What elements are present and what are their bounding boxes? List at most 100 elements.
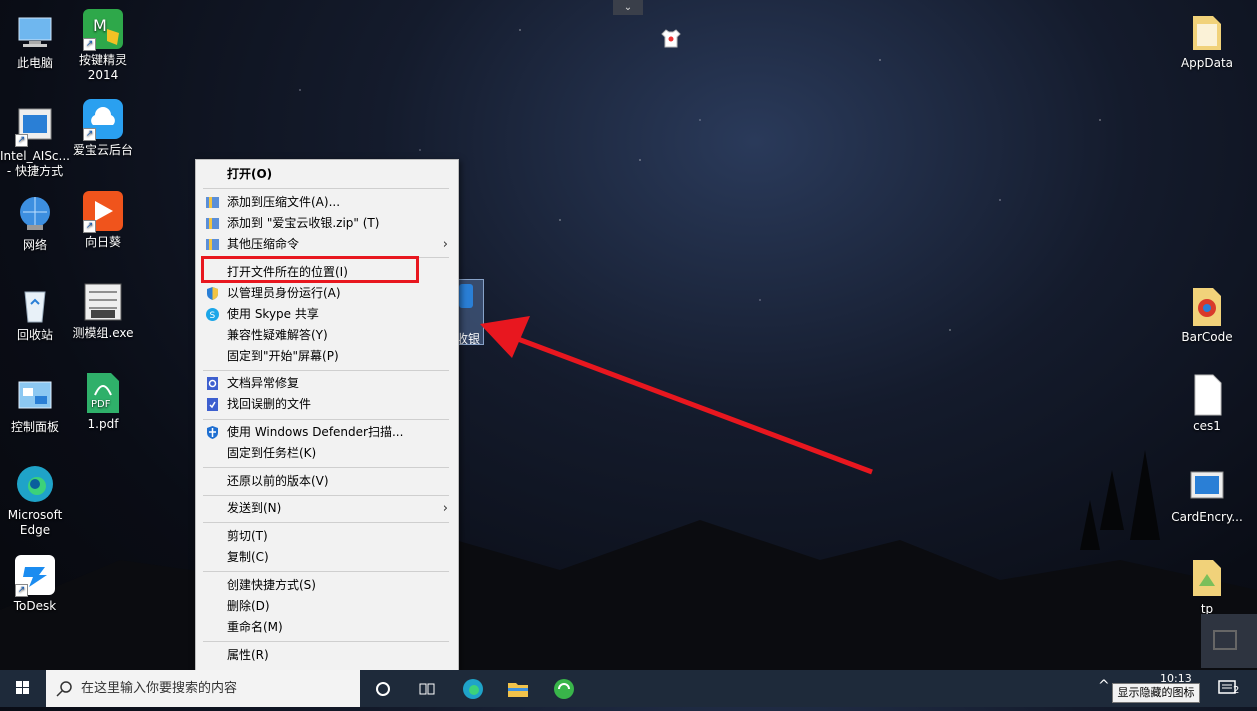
icon-label: ToDesk (13, 599, 57, 613)
task-view-button[interactable] (414, 676, 440, 702)
menu-separator (203, 495, 449, 496)
desktop-icon-aibao-cloud[interactable]: ↗ 爱宝云后台 (65, 97, 141, 158)
menu-item-defender-scan[interactable]: 使用 Windows Defender扫描... (196, 422, 458, 443)
refresh-app-icon (554, 679, 574, 699)
desktop-icon-tp[interactable]: tp (1169, 556, 1245, 617)
menu-item-open[interactable]: 打开(O) (196, 164, 458, 185)
chrome-file-icon (1185, 284, 1229, 328)
start-button[interactable] (0, 670, 46, 707)
menu-item-run-as-admin[interactable]: 以管理员身份运行(A) (196, 283, 458, 304)
windows-logo-icon (16, 681, 29, 694)
desktop-icon-todesk[interactable]: ↗ ToDesk (0, 553, 73, 614)
svg-text:M: M (93, 16, 107, 35)
winrar-icon (205, 237, 220, 252)
floating-widget[interactable] (1201, 614, 1257, 668)
taskbar-green-app-button[interactable] (551, 676, 577, 702)
cortana-button[interactable] (370, 676, 396, 702)
desktop-icon-barcode[interactable]: BarCode (1169, 284, 1245, 345)
menu-separator (203, 641, 449, 642)
menu-item-send-to[interactable]: 发送到(N) › (196, 498, 458, 519)
chevron-right-icon: › (442, 501, 448, 516)
taskbar-edge-button[interactable] (460, 676, 486, 702)
notification-center-button[interactable]: 2 (1215, 677, 1245, 701)
edge-icon (13, 462, 57, 506)
menu-item-add-archive[interactable]: 添加到压缩文件(A)... (196, 192, 458, 213)
annotation-red-arrow (480, 316, 873, 475)
chevron-right-icon: › (442, 237, 448, 252)
control-panel-icon (13, 374, 57, 418)
menu-item-open-file-location[interactable]: 打开文件所在的位置(I) (196, 262, 458, 283)
recycle-bin-icon (13, 282, 57, 326)
desktop-icon-network[interactable]: 网络 (0, 192, 73, 253)
sunflower-icon: ↗ (81, 189, 125, 233)
desktop-icon-appdata[interactable]: AppData (1169, 10, 1245, 71)
menu-item-pin-taskbar[interactable]: 固定到任务栏(K) (196, 443, 458, 464)
desktop-icon-this-pc[interactable]: 此电脑 (0, 10, 73, 71)
taskbar: 在这里输入你要搜索的内容 ^ 2 (0, 670, 1257, 707)
menu-item-compat-troubleshoot[interactable]: 兼容性疑难解答(Y) (196, 325, 458, 346)
menu-item-properties[interactable]: 属性(R) (196, 645, 458, 666)
menu-item-other-compress[interactable]: 其他压缩命令 › (196, 234, 458, 255)
taskbar-file-explorer-button[interactable] (505, 676, 531, 702)
desktop-icon-pdf[interactable]: PDF 1.pdf (65, 371, 141, 432)
icon-label: AppData (1180, 56, 1234, 70)
menu-item-restore-previous[interactable]: 还原以前的版本(V) (196, 471, 458, 492)
desktop-icon-control-panel[interactable]: 控制面板 (0, 374, 73, 435)
menu-item-recover-deleted[interactable]: 找回误删的文件 (196, 394, 458, 415)
uac-shield-icon (205, 286, 220, 301)
icon-label: 1.pdf (87, 417, 119, 431)
icon-label: 控制面板 (10, 420, 59, 434)
desktop-icon-intel[interactable]: ↗ Intel_AISc... - 快捷方式 (0, 103, 73, 179)
icon-label: 测模组.exe (72, 326, 134, 340)
cloud-icon: ↗ (81, 97, 125, 141)
search-placeholder: 在这里输入你要搜索的内容 (81, 681, 238, 696)
desktop-icon-edge[interactable]: Microsoft Edge (0, 462, 73, 538)
menu-separator (203, 522, 449, 523)
folder-icon (1185, 556, 1229, 600)
menu-item-rename[interactable]: 重命名(M) (196, 617, 458, 638)
desktop-icon-test-module-exe[interactable]: 测模组.exe (65, 280, 141, 341)
menu-item-doc-repair[interactable]: 文档异常修复 (196, 373, 458, 394)
winrar-icon (205, 195, 220, 210)
menu-item-copy[interactable]: 复制(C) (196, 547, 458, 568)
icon-label: 按键精灵 2014 (78, 53, 127, 82)
menu-separator (203, 370, 449, 371)
mountain-silhouette (0, 450, 1257, 670)
menu-separator (203, 467, 449, 468)
menu-item-delete[interactable]: 删除(D) (196, 596, 458, 617)
desktop-icon-sunflower[interactable]: ↗ 向日葵 (65, 189, 141, 250)
network-globe-icon (13, 192, 57, 236)
app-window-icon (1185, 464, 1229, 508)
menu-item-pin-start[interactable]: 固定到"开始"屏幕(P) (196, 346, 458, 367)
blank-file-icon (1185, 373, 1229, 417)
menu-item-add-zip[interactable]: 添加到 "爱宝云收银.zip" (T) (196, 213, 458, 234)
starry-sky (0, 0, 1257, 707)
menu-separator (203, 419, 449, 420)
app-window-icon: ↗ (13, 103, 57, 147)
folder-icon (508, 683, 528, 697)
taskbar-search-box[interactable]: 在这里输入你要搜索的内容 (46, 670, 360, 707)
tray-tooltip: 显示隐藏的图标 (1112, 683, 1200, 703)
icon-label: BarCode (1181, 330, 1233, 344)
svg-text:S: S (210, 311, 216, 321)
menu-separator (203, 257, 449, 258)
icon-label: Microsoft Edge (7, 508, 63, 537)
key-wizard-icon: M ↗ (81, 7, 125, 51)
desktop-icon-recycle-bin[interactable]: 回收站 (0, 282, 73, 343)
doc-repair-icon (205, 376, 220, 391)
show-hidden-icons-chevron[interactable]: ^ (1098, 678, 1110, 694)
cortana-circle-icon (376, 682, 390, 696)
icon-label: 向日葵 (84, 235, 121, 249)
icon-label: Intel_AISc... - 快捷方式 (0, 149, 70, 178)
desktop-icon-key-wizard[interactable]: M ↗ 按键精灵 2014 (65, 7, 141, 83)
defender-shield-icon (205, 425, 220, 440)
menu-item-skype-share[interactable]: S 使用 Skype 共享 (196, 304, 458, 325)
menu-item-create-shortcut[interactable]: 创建快捷方式(S) (196, 575, 458, 596)
menu-item-cut[interactable]: 剪切(T) (196, 526, 458, 547)
menu-separator (203, 188, 449, 189)
top-collapse-button[interactable]: ⌄ (613, 0, 643, 15)
desktop-icon-cardencry[interactable]: CardEncry... (1169, 464, 1245, 525)
icon-label: 此电脑 (16, 56, 53, 70)
widget-icon (1213, 630, 1237, 650)
desktop-icon-ces1[interactable]: ces1 (1169, 373, 1245, 434)
